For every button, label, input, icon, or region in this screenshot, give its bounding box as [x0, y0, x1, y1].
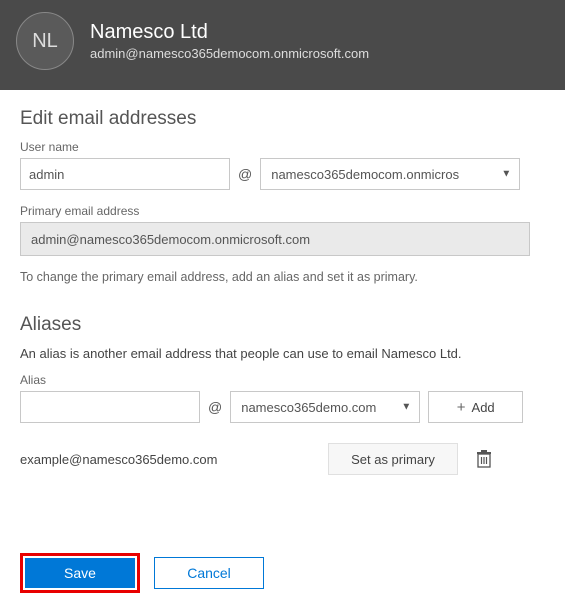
aliases-section-title: Aliases [20, 314, 545, 336]
edit-section-title: Edit email addresses [20, 108, 545, 130]
avatar: NL [16, 12, 74, 70]
username-label: User name [20, 140, 545, 154]
set-primary-button[interactable]: Set as primary [328, 443, 458, 475]
avatar-initials: NL [32, 30, 58, 53]
save-button[interactable]: Save [25, 558, 135, 588]
chevron-down-icon: ▼ [401, 402, 411, 413]
set-primary-label: Set as primary [351, 452, 435, 467]
save-highlight: Save [20, 553, 140, 593]
footer-actions: Save Cancel [0, 533, 565, 613]
at-symbol-alias: @ [208, 399, 222, 415]
alias-domain-select[interactable]: namesco365demo.com ▼ [230, 391, 420, 423]
primary-email-hint: To change the primary email address, add… [20, 270, 545, 284]
primary-email-label: Primary email address [20, 204, 545, 218]
header-subtitle: admin@namesco365democom.onmicrosoft.com [90, 46, 369, 61]
add-alias-button[interactable]: + Add [428, 391, 523, 423]
alias-input[interactable] [20, 391, 200, 423]
username-input[interactable] [20, 158, 230, 190]
alias-label: Alias [20, 373, 545, 387]
trash-icon[interactable] [476, 450, 492, 468]
aliases-description: An alias is another email address that p… [20, 346, 545, 361]
at-symbol: @ [238, 166, 252, 182]
chevron-down-icon: ▼ [501, 169, 511, 180]
plus-icon: + [457, 399, 466, 416]
alias-domain-value: namesco365demo.com [241, 400, 376, 415]
header-text: Namesco Ltd admin@namesco365democom.onmi… [90, 21, 369, 61]
add-button-label: Add [472, 400, 495, 415]
primary-email-value: admin@namesco365democom.onmicrosoft.com [31, 232, 310, 247]
cancel-button[interactable]: Cancel [154, 557, 264, 589]
username-domain-select[interactable]: namesco365democom.onmicros ▼ [260, 158, 520, 190]
page-title: Namesco Ltd [90, 21, 369, 44]
alias-list-item: example@namesco365demo.com Set as primar… [20, 443, 545, 475]
user-header: NL Namesco Ltd admin@namesco365democom.o… [0, 0, 565, 90]
username-domain-value: namesco365democom.onmicros [271, 167, 459, 182]
alias-email: example@namesco365demo.com [20, 452, 310, 467]
primary-email-field: admin@namesco365democom.onmicrosoft.com [20, 222, 530, 256]
